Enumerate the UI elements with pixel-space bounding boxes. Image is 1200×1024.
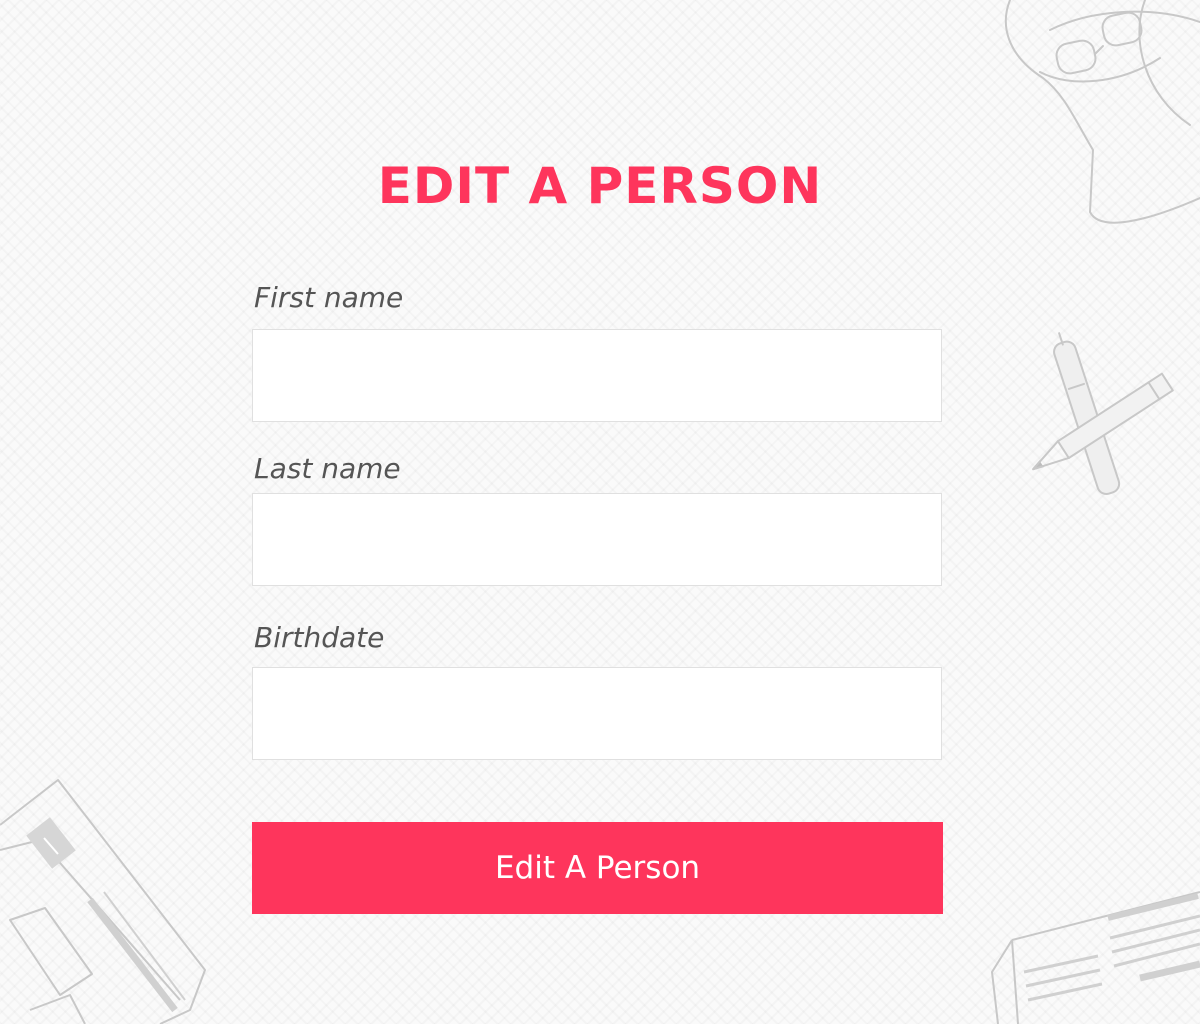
last-name-label: Last name (254, 452, 401, 485)
newspaper-sketch-icon (991, 891, 1200, 1024)
envelope-sketch-icon (0, 779, 206, 1024)
last-name-input[interactable] (252, 493, 942, 586)
edit-person-button[interactable]: Edit A Person (252, 822, 943, 914)
birthdate-label: Birthdate (254, 621, 385, 654)
pen-and-pencil-icon (1032, 332, 1174, 495)
birthdate-input[interactable] (252, 667, 942, 760)
page-title: EDIT A PERSON (377, 157, 823, 215)
first-name-label: First name (254, 281, 404, 314)
first-name-input[interactable] (252, 329, 942, 422)
